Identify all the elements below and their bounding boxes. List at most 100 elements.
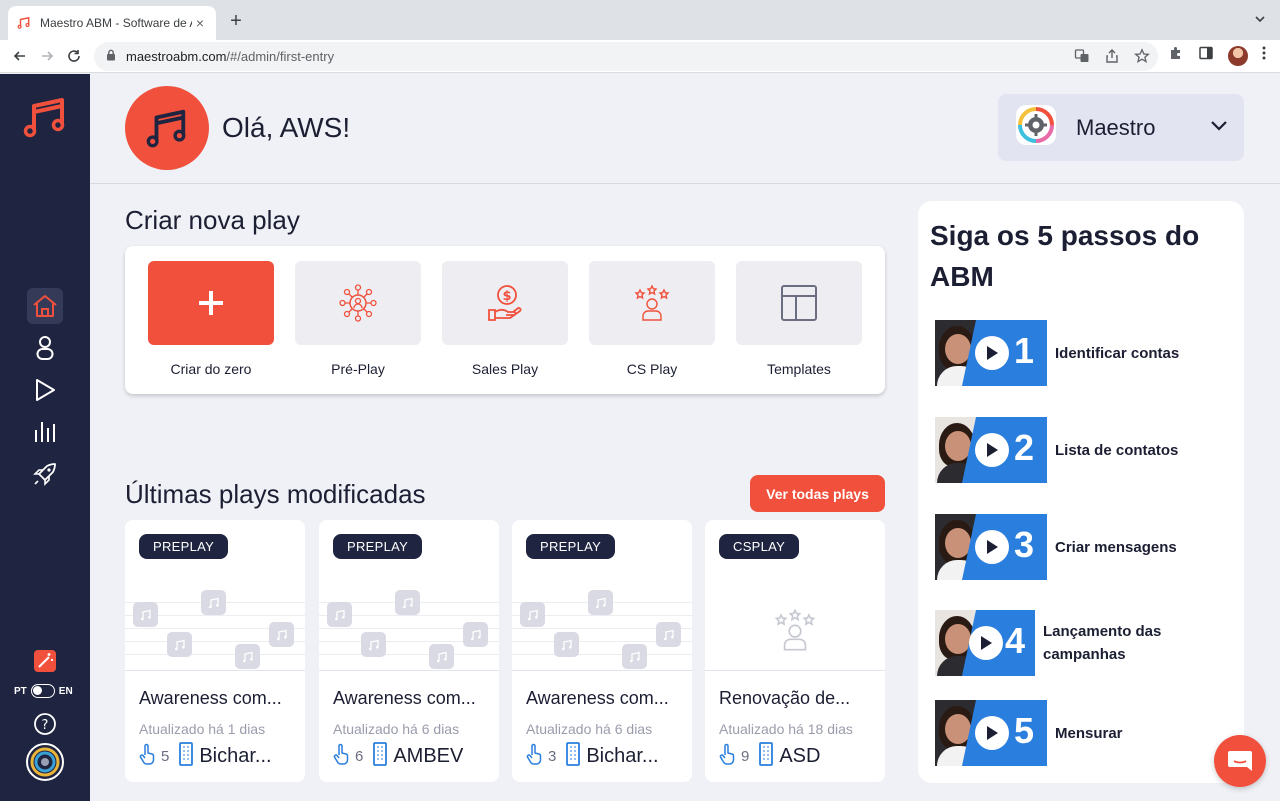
address-bar[interactable]: maestroabm.com/#/admin/first-entry xyxy=(94,42,1158,71)
chevron-down-icon[interactable] xyxy=(1254,12,1266,28)
staff-line xyxy=(319,654,499,655)
translate-icon[interactable] xyxy=(1074,48,1090,69)
lang-pt-label: PT xyxy=(14,685,27,697)
touch-icon xyxy=(719,743,735,770)
new-tab-button[interactable]: + xyxy=(226,10,246,33)
rocket-icon[interactable] xyxy=(27,456,63,492)
templates-button[interactable] xyxy=(736,261,862,345)
play-type-badge: PREPLAY xyxy=(333,534,423,559)
video-thumbnail[interactable]: 1 xyxy=(935,320,1047,386)
music-note-icon xyxy=(269,622,294,647)
play-icon[interactable] xyxy=(975,336,1009,370)
music-note-icon xyxy=(361,632,386,657)
music-note-icon xyxy=(463,622,488,647)
card-updated: Atualizado há 1 dias xyxy=(139,721,266,737)
maestro-logo-icon[interactable] xyxy=(22,94,68,145)
company-name: ASD xyxy=(779,745,821,767)
home-icon[interactable] xyxy=(27,288,63,324)
card-meta: 3 Bichar... xyxy=(526,742,686,771)
step-item[interactable]: 2 Lista de contatos xyxy=(935,417,1205,483)
card-updated: Atualizado há 6 dias xyxy=(526,721,653,737)
step-item[interactable]: 5 Mensurar xyxy=(935,700,1205,766)
step-number: 3 xyxy=(1014,524,1035,565)
bar-chart-icon[interactable] xyxy=(27,414,63,450)
play-type-badge: CSPLAY xyxy=(719,534,800,559)
play-card[interactable]: PREPLAY Awareness com... Atualizado há 6… xyxy=(319,520,499,782)
step-label: Criar mensagens xyxy=(1055,538,1177,556)
building-icon xyxy=(566,742,581,771)
extensions-icon[interactable] xyxy=(1168,45,1184,66)
cs-play-button[interactable] xyxy=(589,261,715,345)
company-name: AMBEV xyxy=(393,745,464,767)
chevron-down-icon[interactable] xyxy=(1210,119,1228,137)
create-option-label: Sales Play xyxy=(471,361,539,377)
greeting-title: Olá, AWS! xyxy=(222,112,351,143)
kebab-menu-icon[interactable] xyxy=(1262,45,1266,66)
step-number: 4 xyxy=(1005,620,1026,661)
magic-wand-icon[interactable] xyxy=(27,643,63,679)
forward-icon[interactable] xyxy=(35,44,59,68)
workspace-selector[interactable]: Maestro xyxy=(998,94,1244,161)
music-note-icon xyxy=(554,632,579,657)
page-header: Olá, AWS! Maestro xyxy=(90,74,1280,184)
video-thumbnail[interactable]: 2 xyxy=(935,417,1047,483)
play-icon[interactable] xyxy=(975,716,1009,750)
url-path: /#/admin/first-entry xyxy=(226,49,335,64)
sales-play-button[interactable]: $ xyxy=(442,261,568,345)
browser-tab[interactable]: Maestro ABM - Software de Ac × xyxy=(8,6,216,40)
stars-user-icon xyxy=(634,284,670,321)
abm-steps-panel: Siga os 5 passos do ABM 1 Identificar co… xyxy=(918,201,1244,783)
workspace-avatar-icon[interactable] xyxy=(25,742,65,782)
play-icon[interactable] xyxy=(975,433,1009,467)
play-icon[interactable] xyxy=(969,626,1003,660)
play-icon[interactable] xyxy=(975,530,1009,564)
share-icon[interactable] xyxy=(1104,48,1120,69)
back-icon[interactable] xyxy=(8,44,32,68)
play-card[interactable]: PREPLAY Awareness com... Atualizado há 6… xyxy=(512,520,692,782)
building-icon xyxy=(179,742,194,771)
toggle-switch[interactable] xyxy=(30,684,55,698)
card-meta: 5 Bichar... xyxy=(139,742,299,771)
reload-icon[interactable] xyxy=(62,44,86,68)
card-preview: PREPLAY xyxy=(319,520,499,671)
profile-avatar[interactable] xyxy=(1228,45,1248,66)
video-thumbnail[interactable]: 3 xyxy=(935,514,1047,580)
help-icon[interactable]: ? xyxy=(27,706,63,742)
pre-play-button[interactable] xyxy=(295,261,421,345)
play-card[interactable]: PREPLAY Awareness com... Atualizado há 1… xyxy=(125,520,305,782)
play-type-badge: PREPLAY xyxy=(139,534,229,559)
video-thumbnail[interactable]: 5 xyxy=(935,700,1047,766)
avatar xyxy=(125,86,209,170)
card-preview: CSPLAY xyxy=(705,520,885,671)
play-card[interactable]: CSPLAY Renovação de... Atualizado há 18 … xyxy=(705,520,885,782)
star-icon[interactable] xyxy=(1134,48,1150,69)
sidepanel-icon[interactable] xyxy=(1198,45,1214,66)
step-label: Identificar contas xyxy=(1055,344,1180,362)
touch-count: 5 xyxy=(161,748,170,765)
chat-button[interactable] xyxy=(1214,735,1266,787)
network-icon xyxy=(339,284,377,322)
create-from-scratch-button[interactable] xyxy=(148,261,274,345)
gear-icon xyxy=(1014,103,1058,152)
create-option-label: Criar do zero xyxy=(170,361,252,377)
template-icon xyxy=(781,285,817,321)
recent-section-title: Últimas plays modificadas xyxy=(125,479,426,509)
create-option-label: Templates xyxy=(767,361,831,377)
card-meta: 6 AMBEV xyxy=(333,742,493,771)
user-icon[interactable] xyxy=(27,330,63,366)
help-glyph: ? xyxy=(42,718,49,733)
step-item[interactable]: 1 Identificar contas xyxy=(935,320,1205,386)
language-toggle[interactable]: PT EN xyxy=(14,684,73,698)
music-note-icon xyxy=(235,644,260,669)
step-label: Lançamento das campanhas xyxy=(1043,623,1162,663)
view-all-plays-button[interactable]: Ver todas plays xyxy=(750,475,885,512)
step-item[interactable]: 4 Lançamento das campanhas xyxy=(935,610,1193,676)
play-icon[interactable] xyxy=(27,372,63,408)
touch-icon xyxy=(139,743,155,770)
video-thumbnail[interactable]: 4 xyxy=(935,610,1035,676)
touch-count: 3 xyxy=(548,748,557,765)
step-item[interactable]: 3 Criar mensagens xyxy=(935,514,1205,580)
building-icon xyxy=(759,742,774,771)
card-preview: PREPLAY xyxy=(125,520,305,671)
close-icon[interactable]: × xyxy=(192,15,208,31)
